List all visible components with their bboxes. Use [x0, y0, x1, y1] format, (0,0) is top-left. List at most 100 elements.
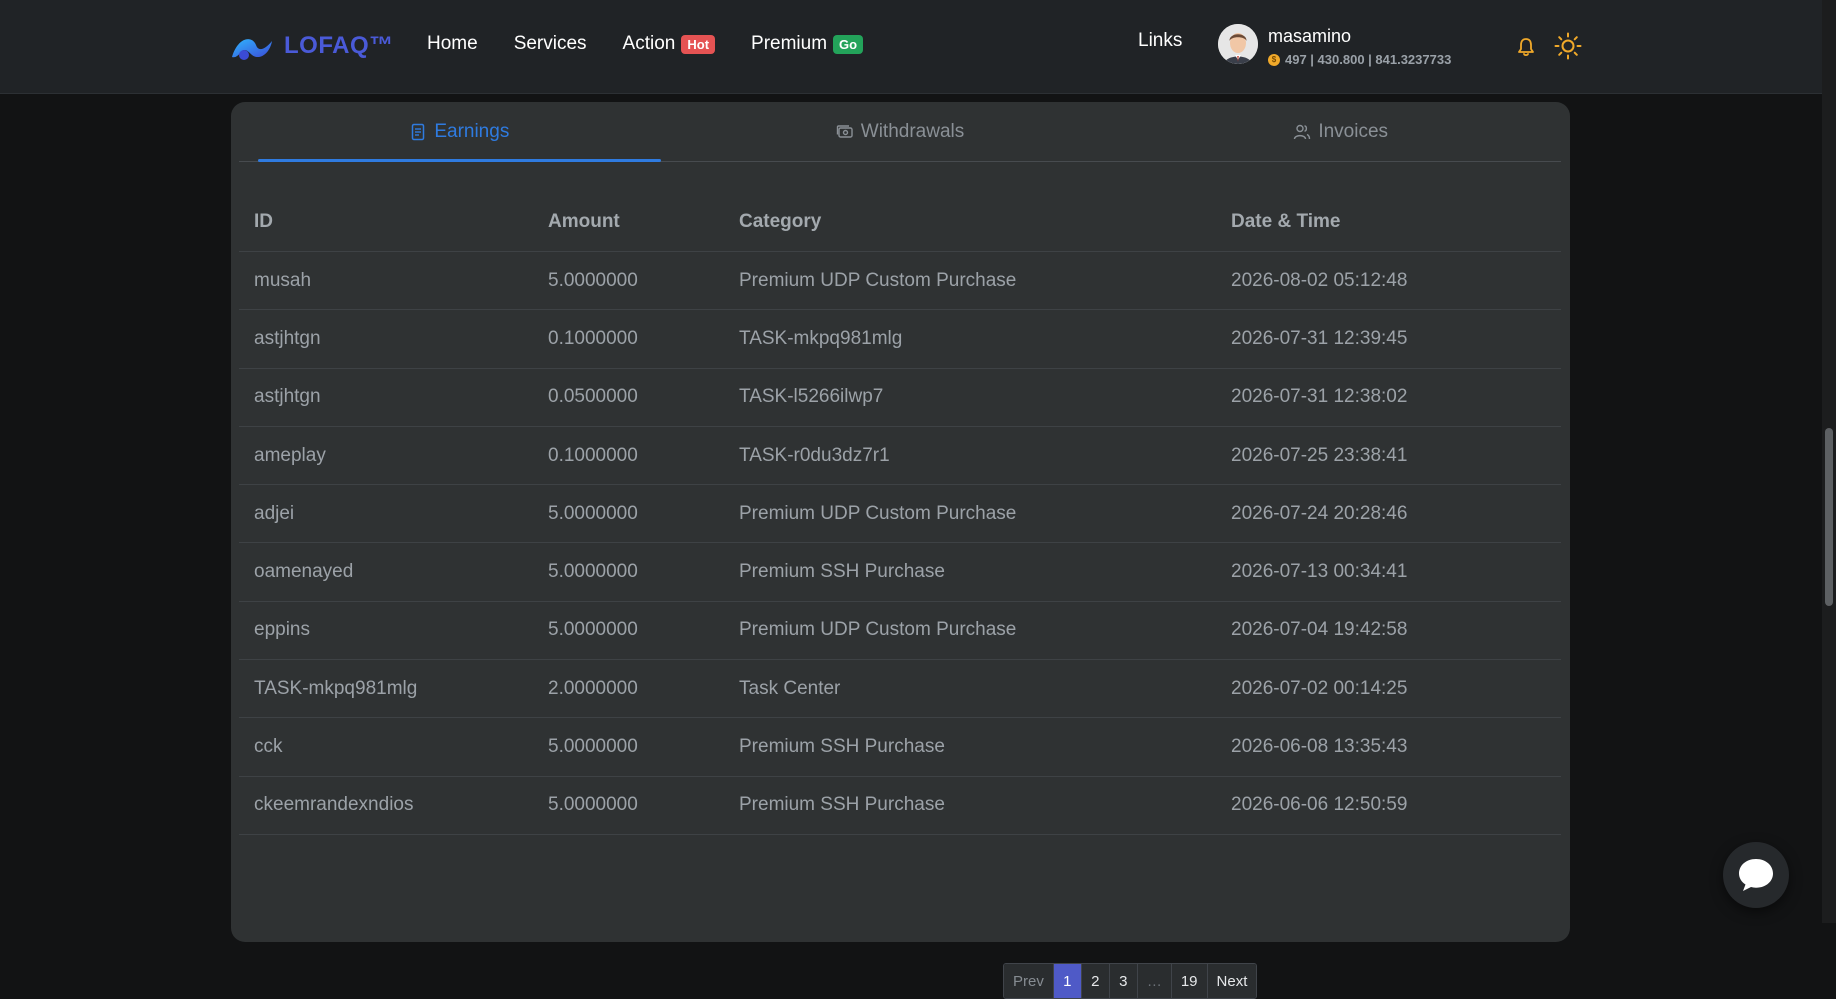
row-datetime: 2026-07-25 23:38:41 [1231, 444, 1408, 466]
row-category: TASK-mkpq981mlg [739, 327, 903, 349]
row-id: adjei [254, 502, 295, 524]
row-category: Premium UDP Custom Purchase [739, 619, 1017, 641]
nav-home-label: Home [427, 33, 478, 54]
row-category: Premium UDP Custom Purchase [739, 269, 1017, 291]
row-amount: 5.0000000 [548, 619, 638, 641]
header-id: ID [254, 210, 273, 232]
users-icon [1294, 124, 1311, 139]
next-page-button[interactable]: Next [1207, 964, 1257, 998]
row-id: ckeemrandexndios [254, 794, 414, 816]
row-datetime: 2026-07-31 12:39:45 [1231, 327, 1408, 349]
document-icon [412, 123, 425, 140]
row-amount: 0.0500000 [548, 386, 638, 408]
user-stats-text: 497 | 430.800 | 841.3237733 [1285, 52, 1452, 67]
row-id: astjhtgn [254, 327, 321, 349]
row-id: astjhtgn [254, 386, 321, 408]
username: masamino [1268, 26, 1352, 46]
bell-icon[interactable] [1517, 37, 1535, 57]
transactions-card: Earnings Withdrawals Invoices ID Amount … [231, 102, 1570, 999]
page-3-button[interactable]: 3 [1109, 964, 1138, 998]
row-category: Premium SSH Purchase [739, 561, 945, 583]
header-amount: Amount [548, 210, 620, 232]
table-row: TASK-mkpq981mlg 2.0000000 Task Center 2026-… [239, 660, 1561, 719]
tab-invoices[interactable]: Invoices [1120, 102, 1561, 161]
row-id: cck [254, 736, 283, 758]
page-19-button[interactable]: 19 [1171, 964, 1208, 998]
pagination: Prev 1 2 3 … 19 Next [1003, 963, 1258, 999]
tab-earnings[interactable]: Earnings [239, 102, 680, 162]
row-category: Premium UDP Custom Purchase [739, 502, 1017, 524]
top-navbar: LOFAQ™ Home Services Action Hot Premium … [0, 0, 1836, 94]
table-row: eppins 5.0000000 Premium UDP Custom Purcha… [239, 602, 1561, 661]
nav-action-label: Action [622, 33, 676, 54]
wave-logo-icon [232, 39, 272, 60]
header-category: Category [739, 210, 822, 232]
table-row: ameplay 0.1000000 TASK-r0du3dz7r1 2026-07-2… [239, 427, 1561, 486]
header-datetime: Date & Time [1231, 210, 1341, 232]
table-row: cck 5.0000000 Premium SSH Purchase 2026-06-… [239, 718, 1561, 777]
nav-links[interactable]: Links [1138, 30, 1182, 52]
row-amount: 0.1000000 [548, 327, 638, 349]
hot-badge: Hot [681, 34, 716, 54]
row-category: Task Center [739, 677, 841, 699]
nav-services[interactable]: Services [514, 33, 587, 55]
row-category: Premium SSH Purchase [739, 736, 945, 758]
scrollbar-thumb[interactable] [1825, 428, 1833, 606]
page-1-button[interactable]: 1 [1053, 964, 1082, 998]
brand[interactable]: LOFAQ™ [230, 26, 394, 66]
row-amount: 2.0000000 [548, 677, 638, 699]
avatar[interactable] [1218, 24, 1258, 64]
user-profile[interactable]: masamino $ 497 | 430.800 | 841.3237733 [1218, 24, 1451, 67]
table-row: astjhtgn 0.1000000 TASK-mkpq981mlg 2026-07-… [239, 310, 1561, 369]
go-badge: Go [833, 34, 864, 54]
table-row: musah 5.0000000 Premium UDP Custom Purchas… [239, 252, 1561, 311]
prev-page-button[interactable]: Prev [1004, 964, 1054, 998]
row-id: ameplay [254, 444, 326, 466]
row-datetime: 2026-07-02 00:14:25 [1231, 677, 1408, 699]
row-datetime: 2026-07-31 12:38:02 [1231, 386, 1408, 408]
row-id: musah [254, 269, 312, 291]
tab-earnings-label: Earnings [434, 120, 510, 142]
nav-premium-label: Premium [751, 33, 828, 54]
row-id: TASK-mkpq981mlg [254, 677, 418, 699]
row-category: TASK-l5266ilwp7 [739, 386, 884, 408]
table-row: ckeemrandexndios 5.0000000 Premium SSH Pur… [239, 777, 1561, 835]
nav-home[interactable]: Home [427, 33, 478, 55]
row-category: TASK-r0du3dz7r1 [739, 444, 890, 466]
table-row: astjhtgn 0.0500000 TASK-l5266ilwp7 2026-07-… [239, 369, 1561, 427]
sun-icon[interactable] [1554, 32, 1582, 60]
nav-action[interactable]: Action Hot [622, 33, 716, 55]
row-datetime: 2026-06-08 13:35:43 [1231, 736, 1408, 758]
brand-name: LOFAQ™ [284, 32, 394, 59]
table-body: musah 5.0000000 Premium UDP Custom Purchas… [239, 252, 1561, 835]
row-amount: 5.0000000 [548, 502, 638, 524]
chat-button[interactable] [1723, 842, 1789, 908]
row-id: eppins [254, 619, 310, 641]
tab-withdrawals-label: Withdrawals [860, 120, 965, 142]
row-amount: 5.0000000 [548, 561, 638, 583]
row-datetime: 2026-08-02 05:12:48 [1231, 269, 1408, 291]
page-2-button[interactable]: 2 [1081, 964, 1110, 998]
row-amount: 5.0000000 [548, 736, 638, 758]
page-scrollbar[interactable] [1822, 0, 1836, 923]
main-nav: Home Services Action Hot Premium Go [427, 33, 899, 55]
nav-services-label: Services [513, 33, 587, 54]
earnings-table: ID Amount Category Date & Time musah 5.00… [239, 192, 1561, 835]
row-amount: 0.1000000 [548, 444, 638, 466]
row-amount: 5.0000000 [548, 269, 638, 291]
tab-invoices-label: Invoices [1318, 120, 1389, 142]
row-id: oamenayed [254, 561, 354, 583]
avatar-image [1218, 24, 1258, 64]
tab-withdrawals[interactable]: Withdrawals [680, 102, 1121, 161]
row-datetime: 2026-06-06 12:50:59 [1231, 794, 1408, 816]
user-balance: $ 497 | 430.800 | 841.3237733 [1268, 52, 1451, 67]
nav-premium[interactable]: Premium Go [751, 33, 864, 55]
tab-bar: Earnings Withdrawals Invoices [239, 102, 1561, 162]
row-datetime: 2026-07-24 20:28:46 [1231, 502, 1408, 524]
table-row: adjei 5.0000000 Premium UDP Custom Purchas… [239, 485, 1561, 544]
chat-bubble-icon [1739, 859, 1773, 891]
coin-icon: $ [1268, 53, 1280, 66]
row-datetime: 2026-07-13 00:34:41 [1231, 561, 1408, 583]
money-icon [836, 124, 853, 138]
row-category: Premium SSH Purchase [739, 794, 945, 816]
